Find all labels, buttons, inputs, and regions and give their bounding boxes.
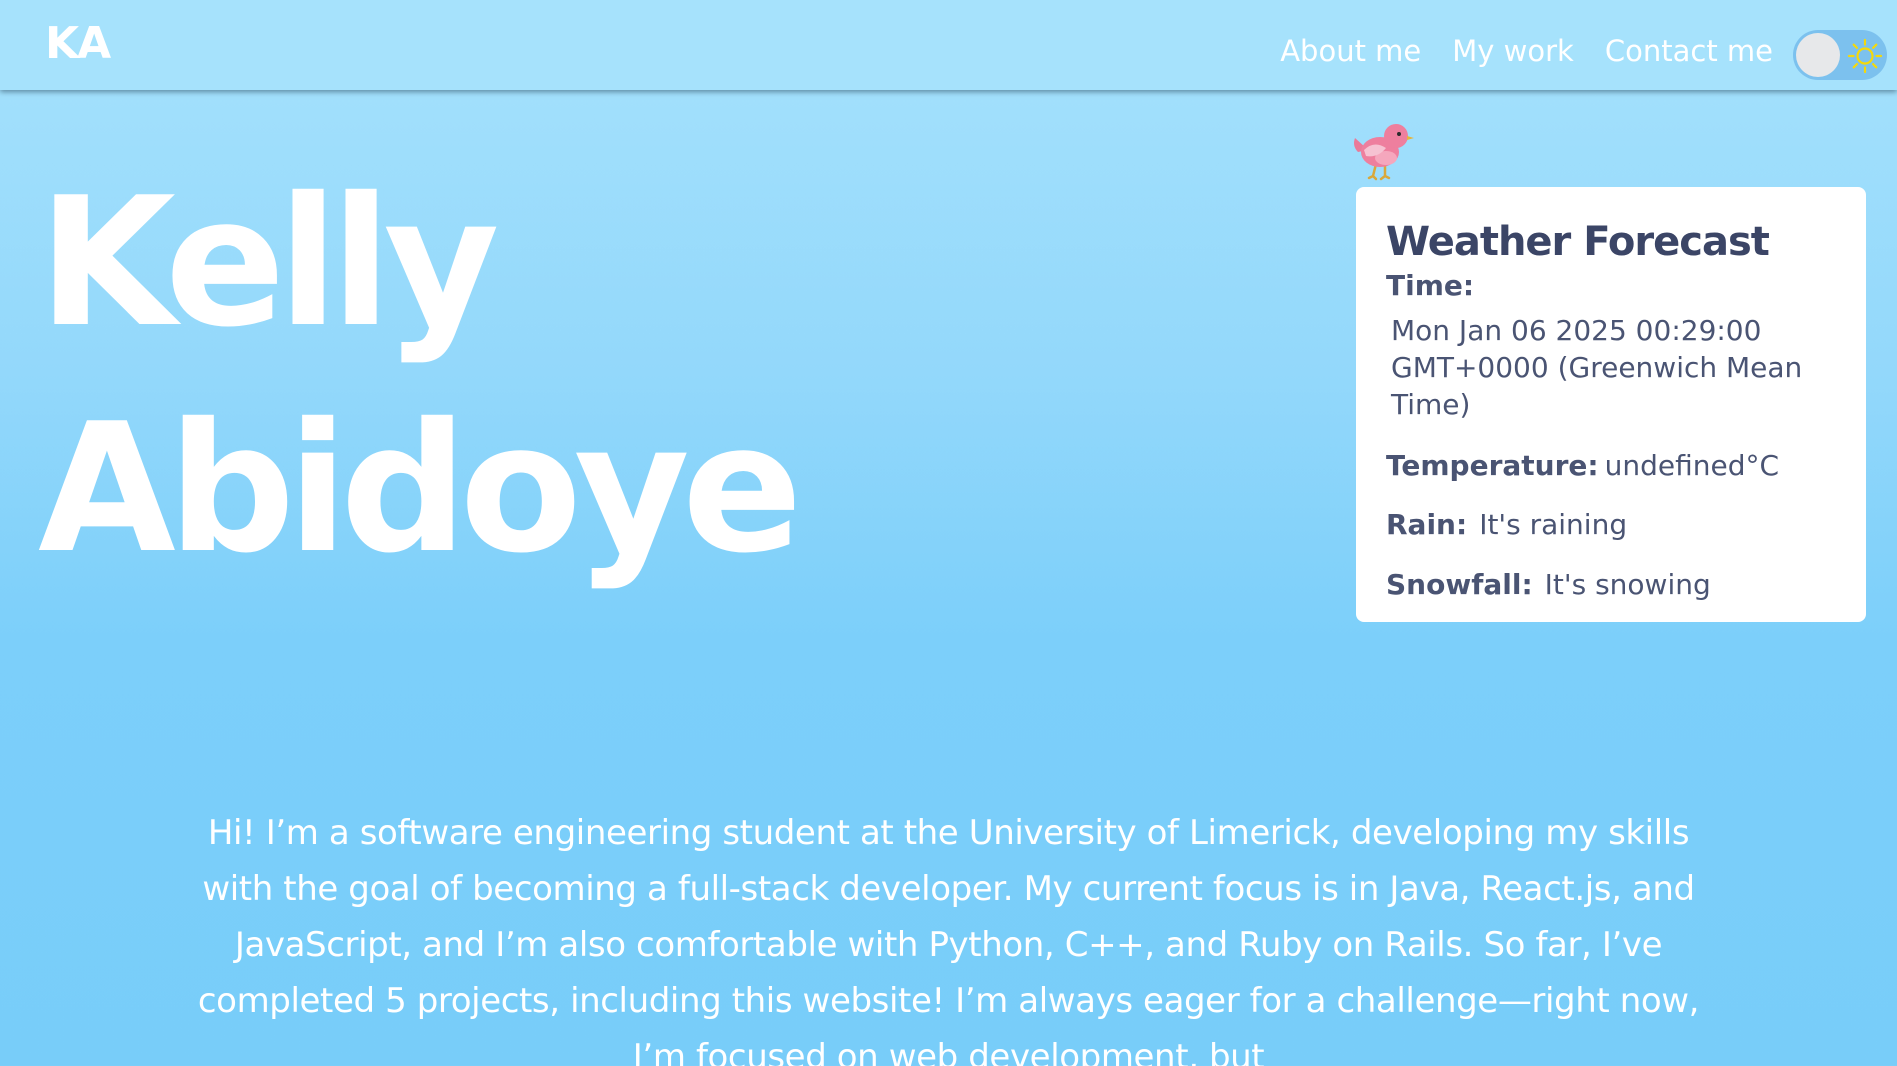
time-value: Mon Jan 06 2025 00:29:00 GMT+0000 (Green… — [1391, 314, 1803, 421]
nav-link-about-me[interactable]: About me — [1280, 34, 1421, 69]
intro-paragraph: Hi! I’m a software engineering student a… — [197, 813, 1700, 1066]
nav-link-my-work[interactable]: My work — [1452, 34, 1574, 69]
hero-name: Kelly Abidoye — [38, 150, 803, 602]
bird-icon — [1354, 124, 1414, 181]
theme-toggle[interactable] — [1793, 30, 1887, 80]
temperature-label: Temperature: — [1386, 449, 1599, 482]
hero-first-name: Kelly — [38, 159, 500, 366]
nav-links: About me My work Contact me — [1280, 34, 1773, 69]
weather-card: Weather Forecast Time: Mon Jan 06 2025 0… — [1356, 187, 1866, 622]
weather-title: Weather Forecast — [1386, 219, 1770, 265]
hero-last-name: Abidoye — [38, 385, 803, 592]
time-label: Time: — [1386, 269, 1475, 302]
snowfall-row: Snowfall: It's snowing — [1386, 568, 1711, 601]
rain-row: Rain: It's raining — [1386, 508, 1627, 541]
snowfall-value: It's snowing — [1544, 568, 1711, 601]
rain-value: It's raining — [1479, 508, 1628, 541]
sun-icon — [1847, 38, 1883, 74]
rain-label: Rain: — [1386, 508, 1468, 541]
temperature-row: Temperature: undefined°C — [1386, 449, 1779, 482]
site-logo[interactable]: KA — [45, 22, 111, 66]
toggle-knob — [1796, 33, 1840, 77]
navbar: KA About me My work Contact me — [0, 0, 1897, 90]
nav-link-contact-me[interactable]: Contact me — [1605, 34, 1773, 69]
temperature-value: undefined°C — [1604, 449, 1780, 482]
snowfall-label: Snowfall: — [1386, 568, 1533, 601]
